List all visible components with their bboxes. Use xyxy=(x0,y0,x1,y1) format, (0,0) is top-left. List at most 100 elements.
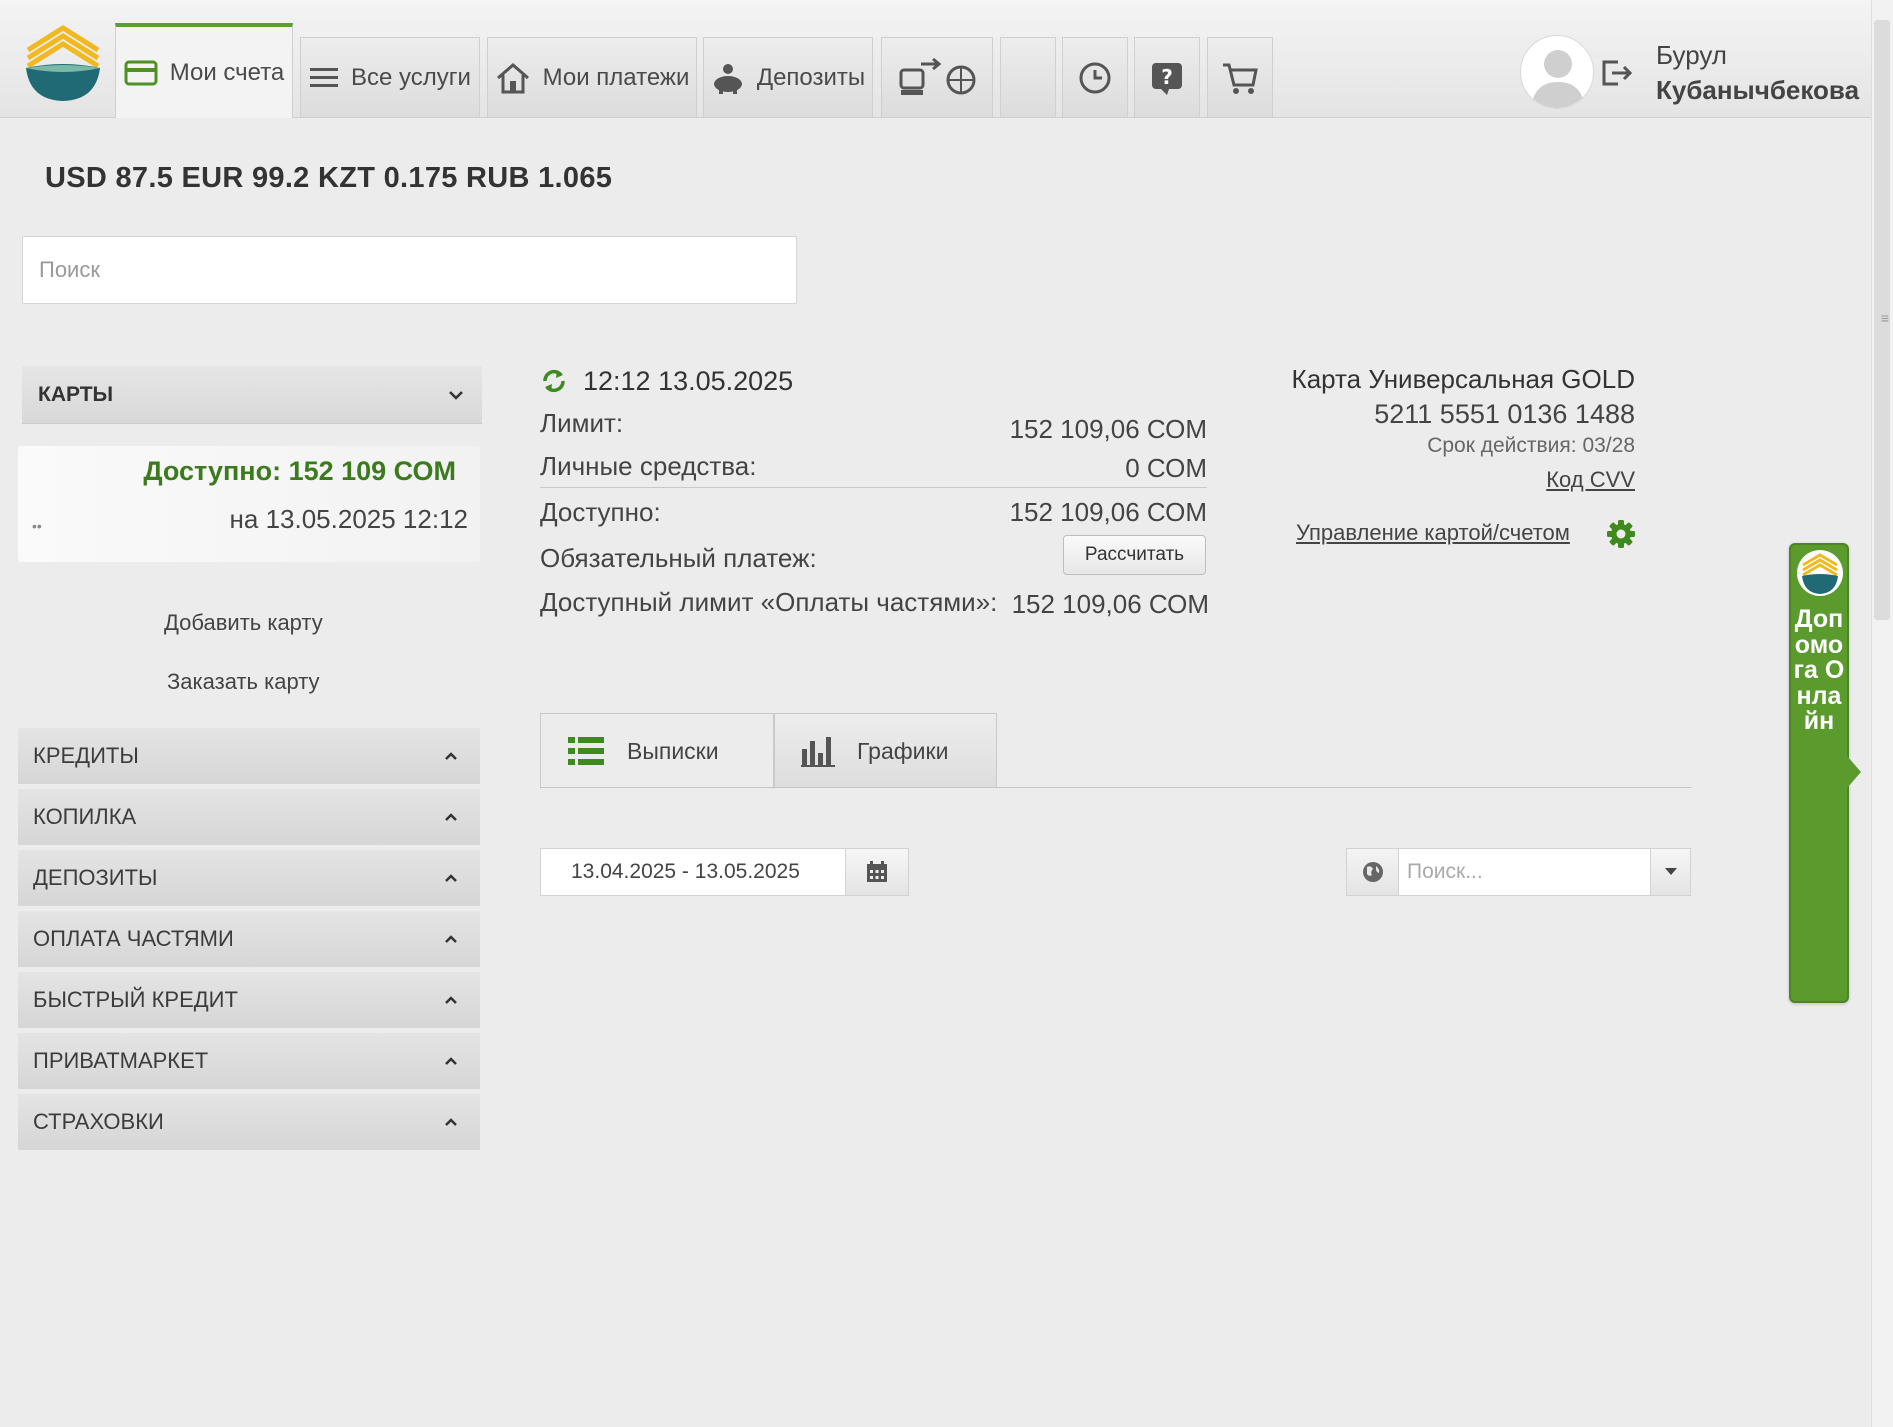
page-scrollbar[interactable]: ≡ xyxy=(1871,0,1893,1427)
calendar-icon xyxy=(867,861,887,882)
sidebar-section-privatmarket[interactable]: ПРИВАТМАРКЕТ xyxy=(18,1033,480,1091)
sidebar-section-deposits[interactable]: ДЕПОЗИТЫ xyxy=(18,850,480,908)
chevron-up-icon xyxy=(445,1056,457,1065)
exchange-rates: USD 87.5 EUR 99.2 KZT 0.175 RUB 1.065 xyxy=(45,162,613,194)
card-balance-date: на 13.05.2025 12:12 xyxy=(229,504,468,534)
globe-icon xyxy=(1362,862,1383,882)
statement-search-input[interactable] xyxy=(1398,848,1651,896)
globe-button[interactable] xyxy=(1346,848,1398,896)
chevron-up-icon xyxy=(445,995,457,1004)
list-icon xyxy=(568,737,604,765)
installment-limit-label: Доступный лимит «Оплаты частями»: xyxy=(540,587,998,617)
limit-label: Лимит: xyxy=(540,408,624,438)
bank-logo[interactable] xyxy=(22,22,104,102)
chevron-up-icon xyxy=(445,751,457,760)
tab-help[interactable]: ? xyxy=(1134,37,1200,117)
list-icon xyxy=(310,67,339,87)
order-card-link[interactable]: Заказать карту xyxy=(167,669,320,695)
search-input[interactable] xyxy=(22,236,797,304)
cards-section-header[interactable]: КАРТЫ xyxy=(22,366,482,424)
card-list-item[interactable]: Доступно: 152 109 СОМ •• на 13.05.2025 1… xyxy=(18,446,480,562)
help-online-label: Допомога Онлайн xyxy=(1793,605,1845,735)
history-icon xyxy=(1079,62,1111,93)
tab-history[interactable] xyxy=(1062,37,1128,117)
sidebar-section-piggy[interactable]: КОПИЛКА xyxy=(18,789,480,847)
tab-label: Графики xyxy=(857,737,949,764)
tab-statements[interactable]: Выписки xyxy=(540,713,774,789)
avatar[interactable] xyxy=(1520,35,1594,109)
house-icon xyxy=(496,62,529,93)
manage-card-link[interactable]: Управление картой/счетом xyxy=(1296,520,1570,546)
tab-label: Мои счета xyxy=(169,58,285,86)
chevron-down-icon xyxy=(449,390,463,400)
tab-all-services[interactable]: Все услуги xyxy=(300,37,480,117)
credit-card-icon xyxy=(124,60,158,85)
tab-my-accounts[interactable]: Мои счета xyxy=(115,23,293,118)
calendar-button[interactable] xyxy=(845,848,909,896)
user-last-name: Кубанычбекова xyxy=(1656,75,1860,105)
tab-empty[interactable] xyxy=(1000,37,1056,117)
card-number: 5211 5551 0136 1488 xyxy=(1374,399,1635,429)
calculate-button[interactable]: Рассчитать xyxy=(1063,535,1206,575)
cvv-link[interactable]: Код CVV xyxy=(1546,467,1635,493)
help-online-widget[interactable]: Допомога Онлайн xyxy=(1789,543,1849,1003)
chevron-up-icon xyxy=(445,812,457,821)
cart-icon xyxy=(1223,63,1258,94)
tab-cart[interactable] xyxy=(1207,37,1273,117)
user-silhouette-icon xyxy=(1531,50,1585,108)
section-title: КАРТЫ xyxy=(38,382,114,406)
section-label: БЫСТРЫЙ КРЕДИТ xyxy=(33,987,238,1012)
card-masked-dots: •• xyxy=(32,518,42,534)
piggy-bank-icon xyxy=(713,63,742,94)
tab-label: Мои платежи xyxy=(542,63,690,91)
gear-icon[interactable] xyxy=(1606,519,1636,549)
add-card-link[interactable]: Добавить карту xyxy=(164,610,323,636)
available-value: 152 109,06 СОМ xyxy=(1009,497,1207,527)
tab-my-payments[interactable]: Мои платежи xyxy=(487,37,697,117)
card-expiry: Срок действия: 03/28 xyxy=(1427,434,1635,457)
card-product-name: Карта Универсальная GOLD xyxy=(1291,364,1635,394)
top-navigation-bar: Мои счета Все услуги Мои платежи Депозит… xyxy=(0,0,1893,118)
svg-text:?: ? xyxy=(1161,65,1173,89)
chevron-up-icon xyxy=(445,873,457,882)
help-icon: ? xyxy=(1152,62,1182,95)
tab-deposits[interactable]: Депозиты xyxy=(703,37,873,117)
tab-label: Все услуги xyxy=(351,63,471,91)
sidebar-section-installments[interactable]: ОПЛАТА ЧАСТЯМИ xyxy=(18,911,480,969)
scrollbar-grip-icon: ≡ xyxy=(1880,310,1889,326)
chevron-up-icon xyxy=(445,934,457,943)
own-funds-value: 0 СОМ xyxy=(1125,453,1207,483)
tab-charts[interactable]: Графики xyxy=(774,713,997,788)
tabs-baseline xyxy=(540,787,1691,788)
bar-chart-icon xyxy=(801,737,835,767)
bank-logo-icon xyxy=(1797,550,1843,596)
sidebar-section-insurance[interactable]: СТРАХОВКИ xyxy=(18,1094,480,1152)
section-label: КОПИЛКА xyxy=(33,804,137,829)
sidebar-section-fast-credit[interactable]: БЫСТРЫЙ КРЕДИТ xyxy=(18,972,480,1030)
help-widget-arrow xyxy=(1847,756,1861,788)
installment-limit-value: 152 109,06 СОМ xyxy=(1011,589,1209,619)
tab-label: Выписки xyxy=(627,737,719,764)
balance-timestamp: 12:12 13.05.2025 xyxy=(583,366,794,396)
chevron-up-icon xyxy=(445,1117,457,1126)
divider xyxy=(540,487,1207,488)
own-funds-label: Личные средства: xyxy=(540,451,757,481)
mandatory-payment-label: Обязательный платеж: xyxy=(540,543,817,573)
available-label: Доступно: xyxy=(540,497,661,527)
card-available-balance: Доступно: 152 109 СОМ xyxy=(143,456,456,486)
logout-icon[interactable] xyxy=(1600,58,1632,88)
date-range-input[interactable] xyxy=(540,848,845,896)
section-label: КРЕДИТЫ xyxy=(33,743,139,768)
section-label: ПРИВАТМАРКЕТ xyxy=(33,1048,209,1073)
tab-label: Депозиты xyxy=(756,63,866,91)
user-first-name: Бурул xyxy=(1656,40,1727,70)
section-label: СТРАХОВКИ xyxy=(33,1109,164,1134)
search-options-dropdown[interactable] xyxy=(1651,848,1691,896)
section-label: ОПЛАТА ЧАСТЯМИ xyxy=(33,926,234,951)
refresh-icon[interactable] xyxy=(540,367,568,395)
section-label: ДЕПОЗИТЫ xyxy=(33,865,158,890)
tab-exchange-transport[interactable] xyxy=(881,37,993,117)
caret-down-icon xyxy=(1664,868,1677,875)
exchange-transport-icon xyxy=(899,57,976,95)
sidebar-section-credits[interactable]: КРЕДИТЫ xyxy=(18,728,480,786)
